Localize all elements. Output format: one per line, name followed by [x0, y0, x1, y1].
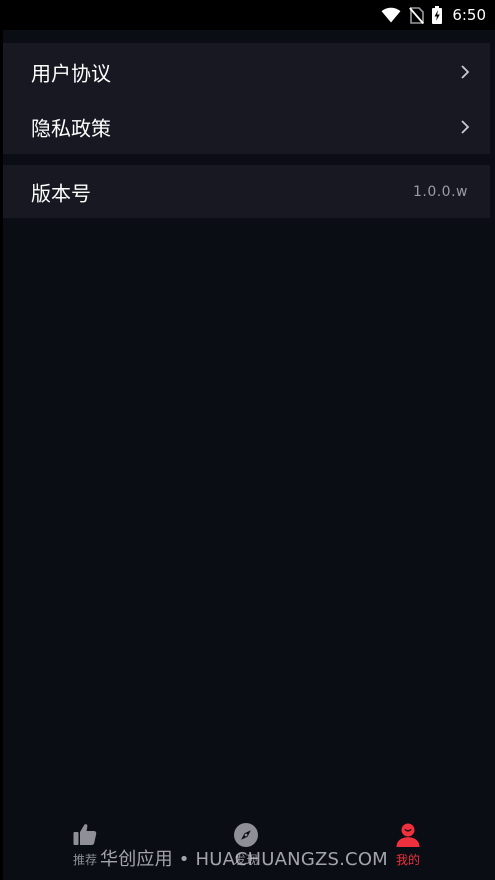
mine-screen: 6:50 用户协议 隐私政策 版本号 1.0.0.w 推荐 发现 我的 华创应用… [0, 0, 495, 880]
legal-card: 用户协议 隐私政策 [3, 43, 490, 154]
user-agreement-label: 用户协议 [31, 61, 111, 85]
version-label: 版本号 [31, 181, 91, 205]
chevron-right-icon [461, 64, 470, 79]
battery-charging-icon [432, 6, 443, 24]
version-value: 1.0.0.w [412, 183, 468, 200]
privacy-policy-row[interactable]: 隐私政策 [3, 99, 490, 154]
privacy-policy-label: 隐私政策 [31, 116, 111, 140]
user-agreement-row[interactable]: 用户协议 [3, 44, 490, 99]
status-time: 6:50 [452, 6, 486, 24]
user-icon [396, 823, 420, 847]
wifi-icon [381, 7, 401, 23]
thumbs-up-icon [73, 824, 97, 845]
version-row: 版本号 1.0.0.w [3, 164, 490, 219]
status-bar: 6:50 [0, 0, 495, 30]
status-icons: 6:50 [381, 4, 486, 26]
no-sim-icon [409, 6, 425, 24]
version-card: 版本号 1.0.0.w [3, 165, 490, 218]
chevron-right-icon [461, 119, 470, 134]
watermark: 华创应用 • HUACHUANGZS.COM [100, 849, 388, 870]
